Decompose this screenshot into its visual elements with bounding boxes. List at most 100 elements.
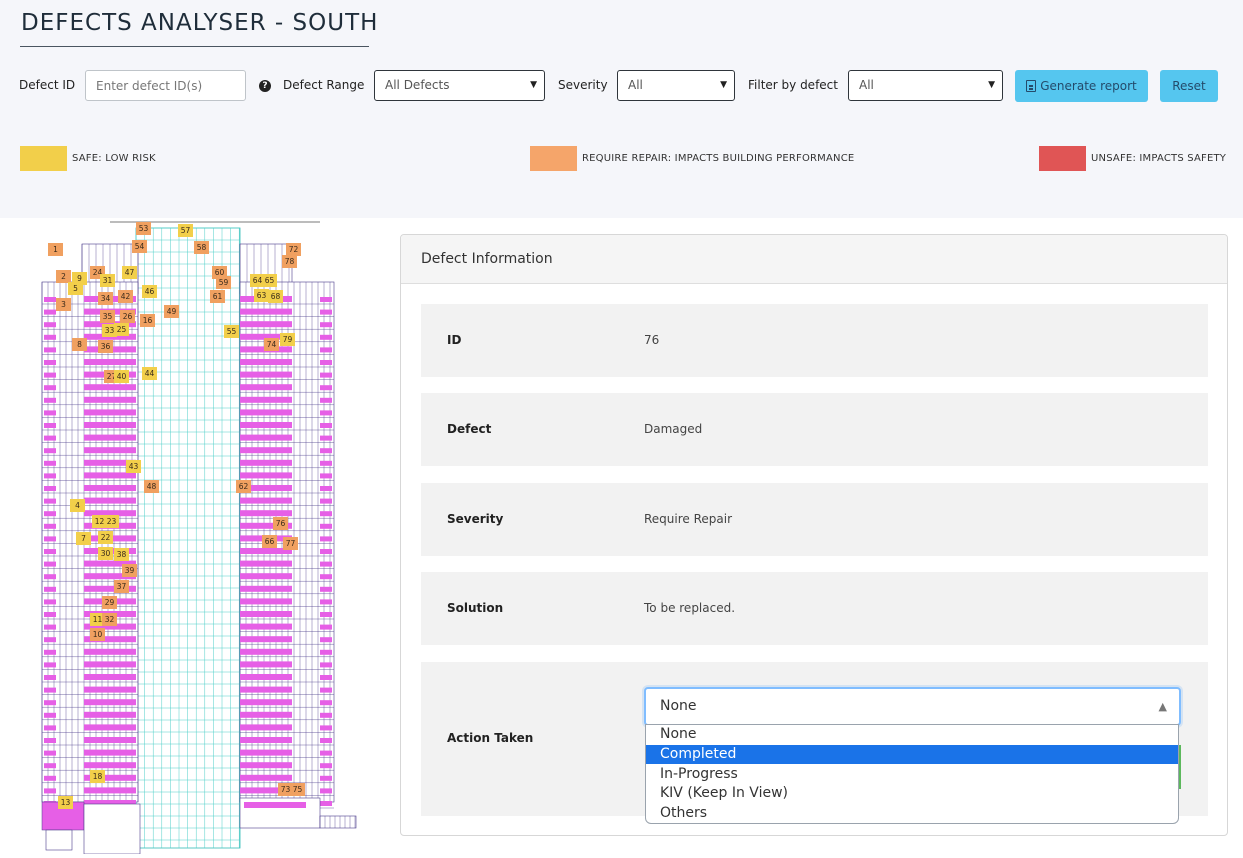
action-option-completed[interactable]: Completed (646, 745, 1178, 764)
title-underline (20, 46, 369, 47)
info-row-severity: Severity Require Repair (421, 483, 1208, 556)
defect-marker-55[interactable]: 55 (224, 325, 239, 338)
filter-defect-value: All (859, 78, 874, 92)
defect-marker-7[interactable]: 7 (76, 532, 91, 545)
action-label: Action Taken (447, 731, 534, 745)
defect-marker-74[interactable]: 74 (264, 338, 279, 351)
defect-marker-33[interactable]: 33 (102, 324, 117, 337)
defect-marker-78[interactable]: 78 (282, 255, 297, 268)
defect-marker-16[interactable]: 16 (140, 314, 155, 327)
defect-range-value: All Defects (385, 78, 450, 92)
defect-marker-60[interactable]: 60 (212, 266, 227, 279)
defect-marker-49[interactable]: 49 (164, 305, 179, 318)
header-bar: DEFECTS ANALYSER - SOUTH Defect ID ? Def… (0, 0, 1243, 218)
defect-marker-13[interactable]: 13 (58, 796, 73, 809)
defect-marker-30[interactable]: 30 (98, 547, 113, 560)
defect-marker-39[interactable]: 39 (122, 564, 137, 577)
defect-marker-75[interactable]: 75 (290, 783, 305, 796)
defect-marker-42[interactable]: 42 (118, 290, 133, 303)
severity-label: Severity (558, 78, 608, 92)
chevron-down-icon: ▼ (530, 80, 537, 90)
panel-title: Defect Information (421, 251, 553, 267)
chevron-down-icon: ▼ (988, 80, 995, 90)
defect-marker-35[interactable]: 35 (100, 310, 115, 323)
defect-marker-37[interactable]: 37 (114, 580, 129, 593)
action-taken-select[interactable]: None ▲ (644, 687, 1181, 726)
defect-marker-8[interactable]: 8 (72, 338, 87, 351)
defect-marker-32[interactable]: 32 (102, 613, 117, 626)
defect-marker-38[interactable]: 38 (114, 548, 129, 561)
severity-select[interactable]: All ▼ (617, 70, 735, 101)
panel-header: Defect Information (401, 235, 1227, 284)
help-icon[interactable]: ? (259, 80, 271, 92)
solution-label: Solution (447, 601, 504, 615)
defect-marker-26[interactable]: 26 (120, 310, 135, 323)
chevron-up-icon: ▲ (1158, 700, 1167, 713)
legend-label-unsafe: UNSAFE: IMPACTS SAFETY (1091, 153, 1227, 164)
defect-label: Defect (447, 422, 492, 436)
severity-label: Severity (447, 512, 504, 526)
generate-report-button[interactable]: Generate report (1015, 70, 1148, 102)
defect-marker-44[interactable]: 44 (142, 367, 157, 380)
filter-defect-select[interactable]: All ▼ (848, 70, 1003, 101)
legend-swatch-safe (20, 146, 67, 171)
defect-marker-68[interactable]: 68 (268, 290, 283, 303)
info-row-solution: Solution To be replaced. (421, 572, 1208, 645)
defect-marker-76[interactable]: 76 (273, 517, 288, 530)
legend-label-repair: REQUIRE REPAIR: IMPACTS BUILDING PERFORM… (582, 153, 855, 164)
defect-marker-1[interactable]: 1 (48, 243, 63, 256)
defect-marker-77[interactable]: 77 (283, 537, 298, 550)
defect-marker-36[interactable]: 36 (98, 340, 113, 353)
defect-marker-46[interactable]: 46 (142, 285, 157, 298)
page-title: DEFECTS ANALYSER - SOUTH (21, 10, 379, 36)
defect-marker-3[interactable]: 3 (56, 298, 71, 311)
defect-marker-18[interactable]: 18 (90, 770, 105, 783)
pdf-file-icon (1026, 80, 1037, 92)
building-elevation: 1 2 3 4 5 7 8 9 10 11 12 13 16 18 22 23 24 25 26 27 29 30 31 32… (18, 218, 378, 855)
defect-marker-40[interactable]: 40 (114, 370, 129, 383)
id-label: ID (447, 333, 462, 347)
defect-value: Damaged (644, 422, 703, 436)
id-value: 76 (644, 333, 660, 347)
defect-marker-58[interactable]: 58 (194, 241, 209, 254)
action-taken-dropdown: None Completed In-Progress KIV (Keep In … (645, 724, 1179, 824)
action-option-kiv[interactable]: KIV (Keep In View) (646, 784, 1178, 803)
defect-id-input[interactable] (85, 70, 246, 101)
defect-range-select[interactable]: All Defects ▼ (374, 70, 545, 101)
defect-marker-4[interactable]: 4 (70, 499, 85, 512)
defect-marker-53[interactable]: 53 (136, 222, 151, 235)
defect-marker-29[interactable]: 29 (102, 596, 117, 609)
info-row-defect: Defect Damaged (421, 393, 1208, 466)
solution-value: To be replaced. (644, 601, 736, 615)
filter-defect-label: Filter by defect (748, 78, 838, 92)
defect-marker-9[interactable]: 9 (72, 272, 87, 285)
defect-marker-23[interactable]: 23 (104, 515, 119, 528)
defect-marker-63[interactable]: 63 (254, 289, 269, 302)
defect-marker-22[interactable]: 22 (98, 531, 113, 544)
defect-range-label: Defect Range (283, 78, 365, 92)
defect-marker-10[interactable]: 10 (90, 628, 105, 641)
action-option-others[interactable]: Others (646, 804, 1178, 823)
defect-marker-54[interactable]: 54 (132, 240, 147, 253)
legend-swatch-repair (530, 146, 577, 171)
defect-marker-43[interactable]: 43 (126, 460, 141, 473)
defect-marker-66[interactable]: 66 (262, 535, 277, 548)
action-taken-value: None (660, 698, 697, 714)
action-option-in-progress[interactable]: In-Progress (646, 765, 1178, 784)
defect-marker-61[interactable]: 61 (210, 290, 225, 303)
severity-value: All (628, 78, 643, 92)
legend-label-safe: SAFE: LOW RISK (72, 153, 156, 164)
defect-marker-48[interactable]: 48 (144, 480, 159, 493)
generate-report-label: Generate report (1040, 79, 1137, 93)
defect-marker-57[interactable]: 57 (178, 224, 193, 237)
defect-marker-79[interactable]: 79 (280, 333, 295, 346)
defect-marker-31[interactable]: 31 (100, 274, 115, 287)
info-row-id: ID 76 (421, 304, 1208, 377)
defect-marker-62[interactable]: 62 (236, 480, 251, 493)
defect-id-label: Defect ID (19, 78, 76, 92)
defect-marker-34[interactable]: 34 (98, 292, 113, 305)
action-option-none[interactable]: None (646, 725, 1178, 744)
defect-marker-65[interactable]: 65 (262, 274, 277, 287)
reset-button[interactable]: Reset (1160, 70, 1218, 102)
defect-marker-47[interactable]: 47 (122, 266, 137, 279)
